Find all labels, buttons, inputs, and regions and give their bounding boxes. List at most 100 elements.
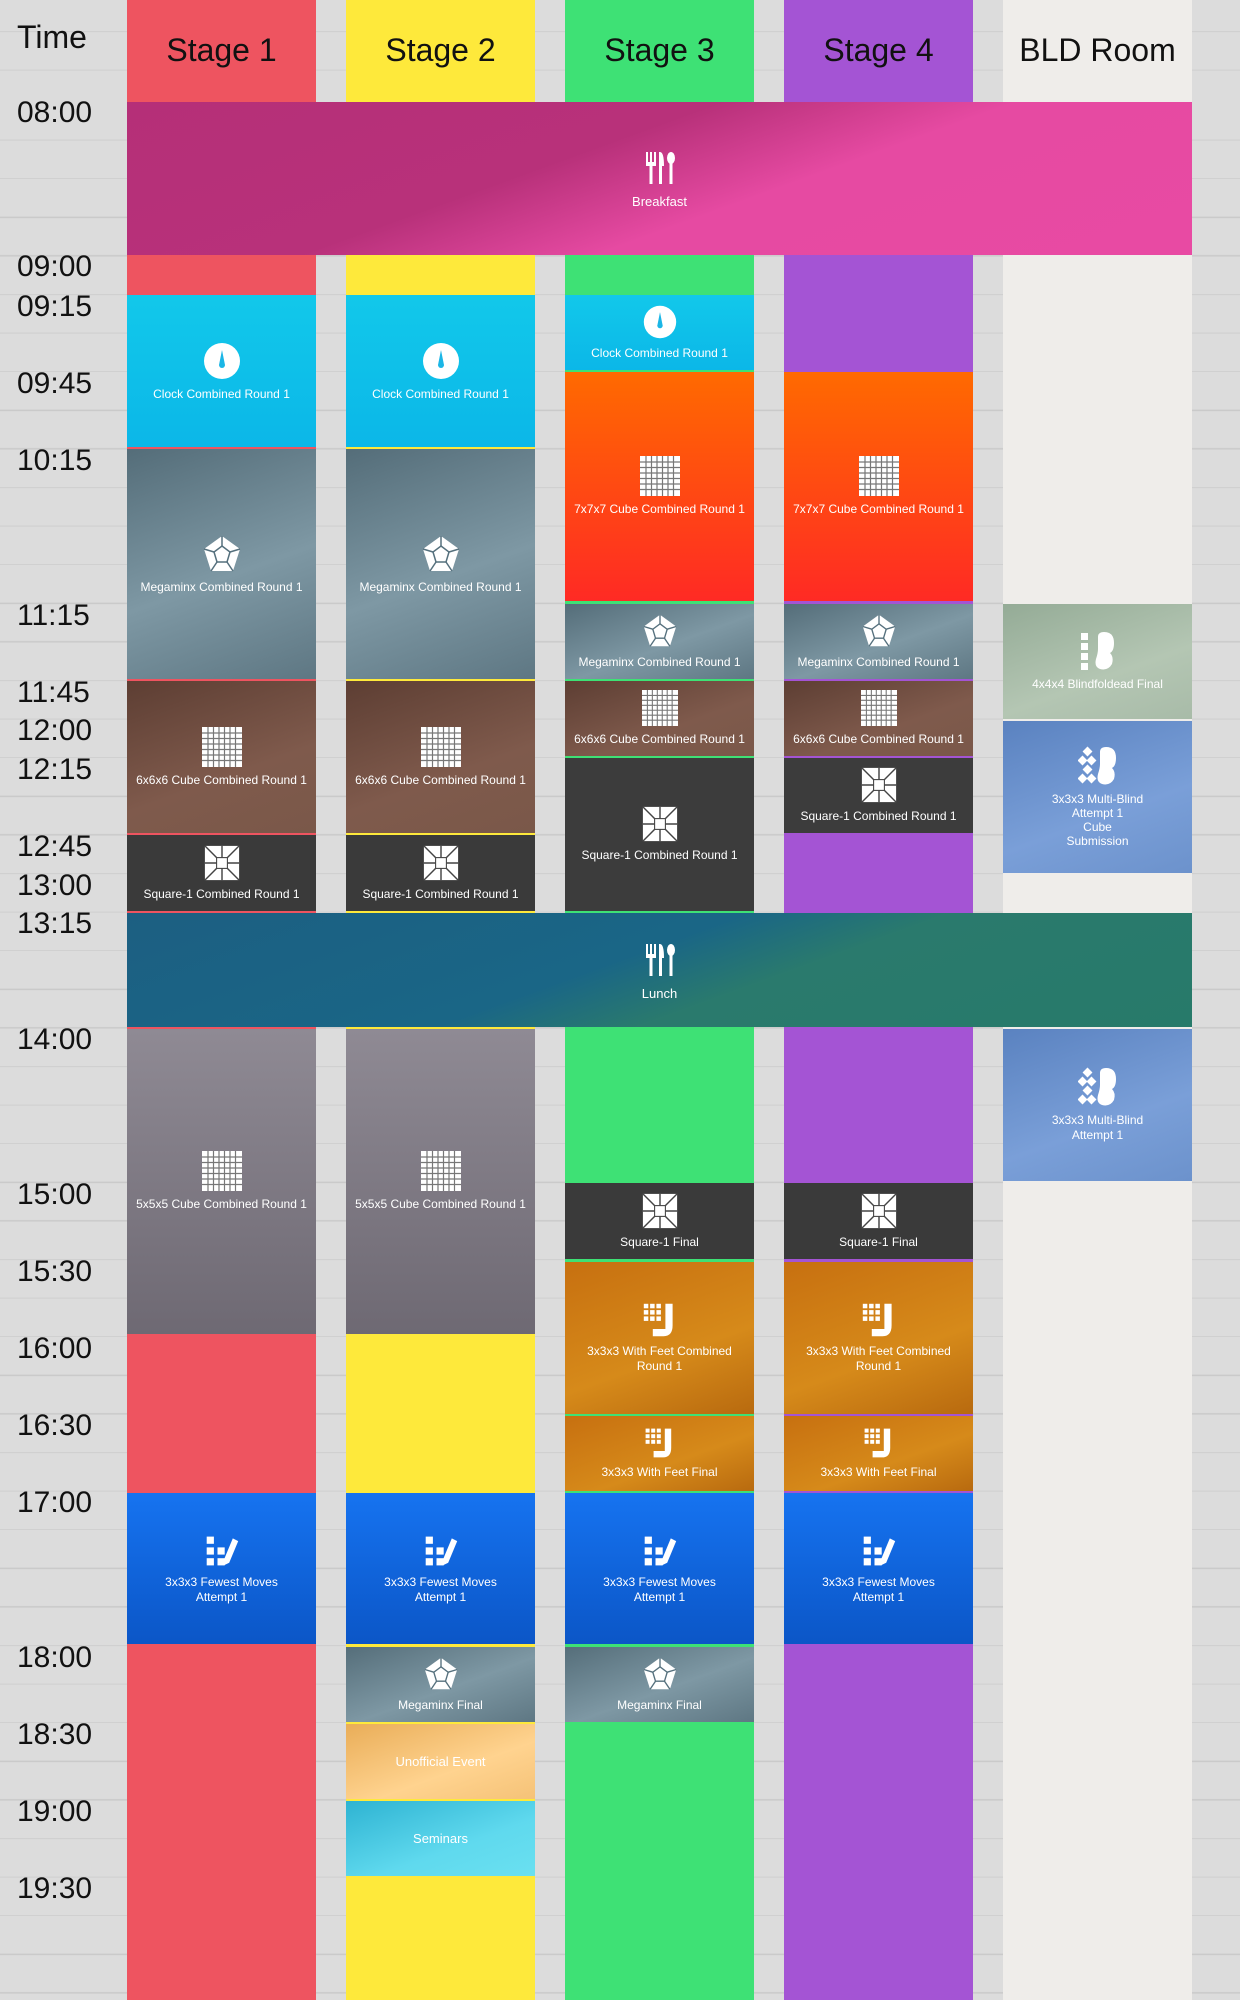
feet-icon [644,1427,676,1459]
event-label: 3x3x3 With Feet Final [820,1465,937,1479]
multi-blind-icon [1078,1067,1118,1107]
event-square-1-final[interactable]: Square-1 Final [784,1183,973,1259]
event-label: Megaminx Combined Round 1 [797,655,960,669]
event-square-1[interactable]: Square-1 Combined Round 1 [784,758,973,833]
event-label-line1: 3x3x3 Multi-Blind [1051,792,1144,806]
event-fewest-moves[interactable]: 3x3x3 Fewest Moves Attempt 1 [565,1493,754,1644]
feet-icon [861,1302,897,1338]
event-label: Lunch [641,985,678,1001]
event-seminars[interactable]: Seminars [346,1801,535,1876]
grid-5x5-icon [202,1151,242,1191]
square-1-icon [642,806,678,842]
breakfast-event[interactable]: Breakfast [127,102,1192,255]
fewest-moves-icon [204,1533,240,1569]
event-clock[interactable]: Clock Combined Round 1 [565,295,754,370]
event-multi-blind-attempt[interactable]: 3x3x3 Multi-Blind Attempt 1 [1003,1029,1192,1181]
square-1-icon [861,1193,897,1229]
event-6x6x6[interactable]: 6x6x6 Cube Combined Round 1 [346,681,535,833]
event-clock[interactable]: Clock Combined Round 1 [346,295,535,447]
time-label: 17:00 [17,1486,93,1519]
event-label: Square-1 Combined Round 1 [581,848,738,862]
grid-6x6-icon [861,690,897,726]
time-label: 15:00 [17,1178,93,1211]
event-label-line1: 3x3x3 With Feet Combined [587,1344,732,1358]
event-unofficial[interactable]: Unofficial Event [346,1724,535,1799]
event-7x7x7[interactable]: 7x7x7 Cube Combined Round 1 [565,372,754,601]
event-fewest-moves[interactable]: 3x3x3 Fewest Moves Attempt 1 [127,1493,316,1644]
event-label: 5x5x5 Cube Combined Round 1 [355,1197,526,1211]
event-7x7x7[interactable]: 7x7x7 Cube Combined Round 1 [784,372,973,601]
event-5x5x5[interactable]: 5x5x5 Cube Combined Round 1 [346,1029,535,1334]
event-with-feet[interactable]: 3x3x3 With Feet Combined Round 1 [784,1262,973,1414]
time-label: 09:15 [17,290,93,323]
event-label: Square-1 Combined Round 1 [800,809,957,823]
event-label: 3x3x3 With Feet Final [601,1465,718,1479]
megaminx-icon [421,534,461,574]
event-label-line2: Round 1 [636,1359,683,1373]
event-label: Megaminx Final [398,1698,483,1712]
feet-icon [863,1427,895,1459]
event-with-feet-final[interactable]: 3x3x3 With Feet Final [565,1416,754,1491]
event-megaminx-final[interactable]: Megaminx Final [346,1647,535,1722]
event-label: Square-1 Combined Round 1 [143,886,300,901]
lunch-event[interactable]: Lunch [127,913,1192,1027]
square-1-icon [861,767,897,803]
time-label: 10:15 [17,444,93,477]
event-with-feet[interactable]: 3x3x3 With Feet Combined Round 1 [565,1262,754,1414]
event-label: Megaminx Final [617,1698,702,1712]
grid-6x6-icon [642,690,678,726]
event-square-1[interactable]: Square-1 Combined Round 1 [127,835,316,911]
column-header-stage-3: Stage 3 [604,31,715,68]
event-label: 6x6x6 Cube Combined Round 1 [355,772,526,787]
event-label: 6x6x6 Cube Combined Round 1 [793,732,964,746]
feet-icon [642,1302,678,1338]
fewest-moves-icon [861,1533,897,1569]
event-megaminx[interactable]: Megaminx Combined Round 1 [346,449,535,679]
cutlery-icon [640,148,680,188]
event-megaminx[interactable]: Megaminx Combined Round 1 [565,604,754,679]
event-megaminx[interactable]: Megaminx Combined Round 1 [784,604,973,679]
event-label-line2: Attempt 1 [852,1589,905,1604]
event-5x5x5[interactable]: 5x5x5 Cube Combined Round 1 [127,1029,316,1334]
time-label: 09:00 [17,250,93,283]
event-megaminx-final[interactable]: Megaminx Final [565,1647,754,1722]
event-label-line1: 3x3x3 Fewest Moves [384,1574,497,1589]
event-label: 7x7x7 Cube Combined Round 1 [574,502,745,516]
event-label-line1: 3x3x3 Fewest Moves [822,1574,935,1589]
event-multi-blind-submission[interactable]: 3x3x3 Multi-Blind Attempt 1 Cube Submiss… [1003,721,1192,873]
clock-icon [202,341,242,381]
grid-7x7-icon [640,456,680,496]
grid-6x6-icon [421,727,461,767]
event-square-1[interactable]: Square-1 Combined Round 1 [346,835,535,911]
event-clock[interactable]: Clock Combined Round 1 [127,295,316,447]
time-label: 12:15 [17,753,93,786]
event-4x4x4-blindfolded-final[interactable]: 4x4x4 Blindfoldead Final [1003,604,1192,719]
event-label-line2: Attempt 1 [1071,806,1124,820]
time-label: 16:00 [17,1332,93,1365]
square-1-icon [423,845,459,881]
time-label: 11:15 [17,599,90,632]
event-6x6x6[interactable]: 6x6x6 Cube Combined Round 1 [784,681,973,756]
event-label-line1: 3x3x3 Fewest Moves [165,1574,278,1589]
event-6x6x6[interactable]: 6x6x6 Cube Combined Round 1 [565,681,754,756]
event-square-1[interactable]: Square-1 Combined Round 1 [565,758,754,911]
event-fewest-moves[interactable]: 3x3x3 Fewest Moves Attempt 1 [346,1493,535,1644]
event-fewest-moves[interactable]: 3x3x3 Fewest Moves Attempt 1 [784,1493,973,1644]
time-label: 09:45 [17,367,93,400]
time-label: 12:45 [17,830,93,863]
event-label-line1: 3x3x3 With Feet Combined [806,1344,951,1358]
multi-blind-icon [1078,746,1118,786]
event-label: Seminars [413,1831,468,1846]
grid-6x6-icon [202,727,242,767]
event-label-line2: Attempt 1 [195,1589,248,1604]
time-label: 15:30 [17,1255,93,1288]
event-label-line2: Attempt 1 [414,1589,467,1604]
event-square-1-final[interactable]: Square-1 Final [565,1183,754,1259]
time-label: 16:30 [17,1409,93,1442]
blindfolded-icon [1078,631,1118,671]
event-label-line2: Round 1 [855,1359,902,1373]
event-label: 4x4x4 Blindfoldead Final [1032,677,1163,691]
event-megaminx[interactable]: Megaminx Combined Round 1 [127,449,316,679]
event-6x6x6[interactable]: 6x6x6 Cube Combined Round 1 [127,681,316,833]
event-with-feet-final[interactable]: 3x3x3 With Feet Final [784,1416,973,1491]
